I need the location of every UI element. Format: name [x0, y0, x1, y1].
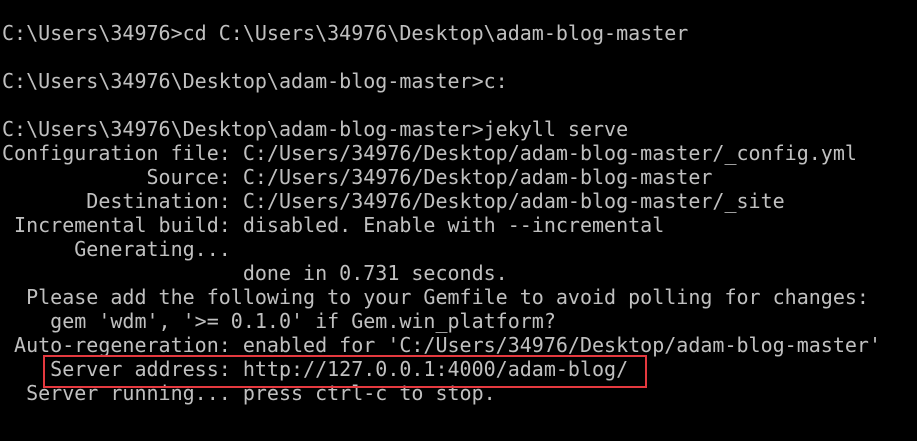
terminal-line-incremental-build: Incremental build: disabled. Enable with… — [2, 213, 665, 237]
terminal-line-destination: Destination: C:/Users/34976/Desktop/adam… — [2, 189, 785, 213]
terminal-line-source: Source: C:/Users/34976/Desktop/adam-blog… — [2, 165, 713, 189]
terminal-line-jekyll-command: C:\Users\34976\Desktop\adam-blog-master>… — [2, 117, 629, 141]
terminal-window[interactable]: C:\Users\34976>cd C:\Users\34976\Desktop… — [0, 0, 917, 441]
terminal-line-auto-regeneration: Auto-regeneration: enabled for 'C:/Users… — [2, 333, 881, 357]
terminal-line-gem-wdm: gem 'wdm', '>= 0.1.0' if Gem.win_platfor… — [2, 309, 556, 333]
terminal-line-cd-command: C:\Users\34976>cd C:\Users\34976\Desktop… — [2, 21, 689, 45]
server-address-highlight-box — [43, 355, 647, 388]
terminal-line-done: done in 0.731 seconds. — [2, 261, 508, 285]
terminal-line-generating: Generating... — [2, 237, 231, 261]
terminal-line-config-file: Configuration file: C:/Users/34976/Deskt… — [2, 141, 857, 165]
terminal-line-gemfile-notice: Please add the following to your Gemfile… — [2, 285, 869, 309]
terminal-line-drive-command: C:\Users\34976\Desktop\adam-blog-master>… — [2, 69, 508, 93]
